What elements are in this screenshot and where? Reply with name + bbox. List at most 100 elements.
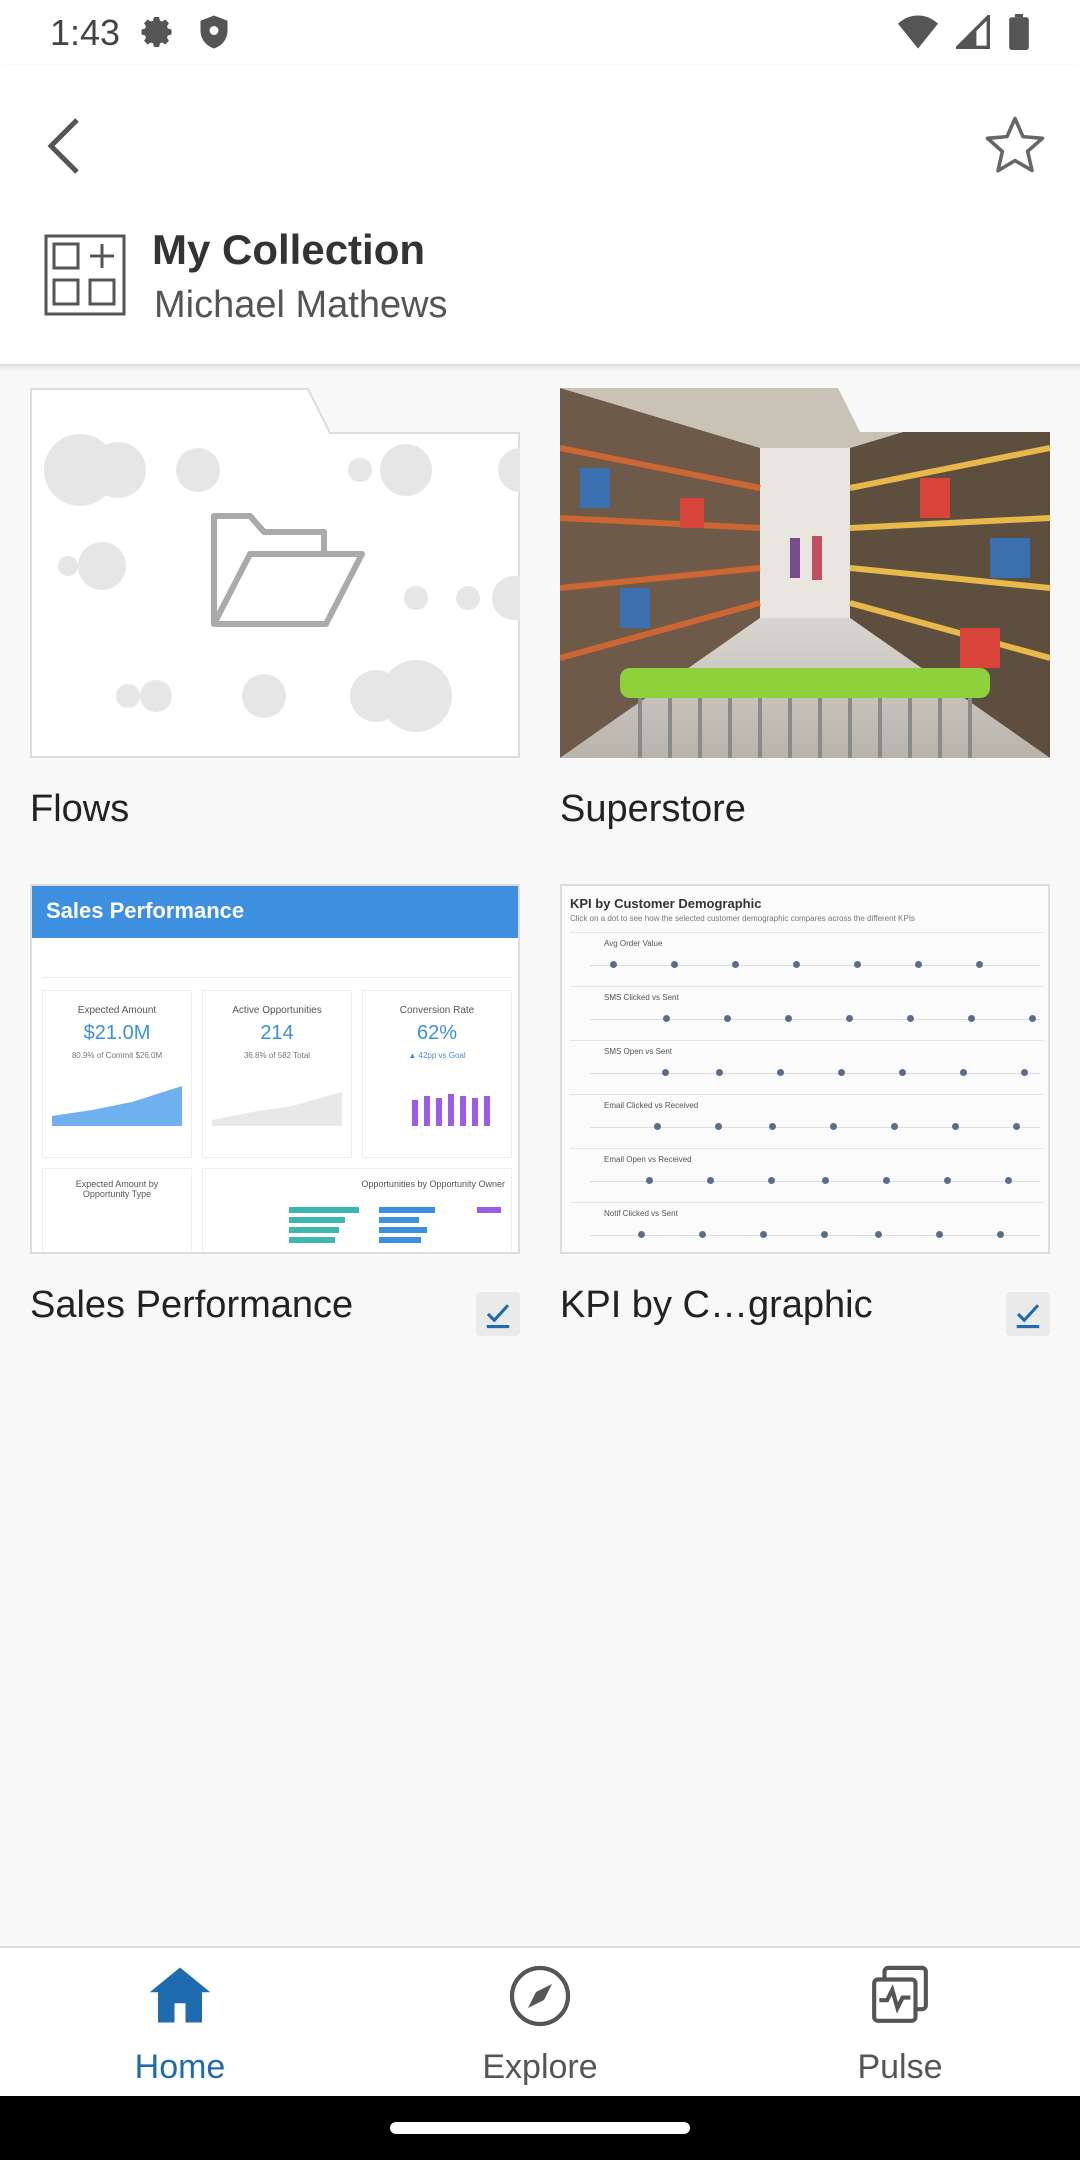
kpi-dot[interactable] — [638, 1231, 645, 1238]
kpi-row: SMS Clicked vs Sent — [570, 986, 1044, 1036]
item-label[interactable]: Superstore — [560, 788, 746, 831]
superstore-thumbnail[interactable] — [560, 388, 1050, 758]
kpi-row-label: SMS Clicked vs Sent — [604, 993, 679, 1002]
kpi-dot[interactable] — [777, 1069, 784, 1076]
kpi-dot[interactable] — [662, 1069, 669, 1076]
kpi-dot[interactable] — [646, 1177, 653, 1184]
pulse-icon — [872, 1965, 928, 2023]
kpi-row: Notif Clicked vs Sent — [570, 1202, 1044, 1252]
kpi-dot[interactable] — [671, 961, 678, 968]
kpi-row: SMS Open vs Sent — [570, 1040, 1044, 1090]
kpi-dot[interactable] — [699, 1231, 706, 1238]
kpi-sub: 80.9% of Commit $26.0M — [71, 1051, 163, 1060]
kpi-dot[interactable] — [724, 1015, 731, 1022]
kpi-row-label: Notif Clicked vs Sent — [604, 1209, 678, 1218]
back-button[interactable] — [30, 106, 100, 186]
kpi-dot[interactable] — [875, 1231, 882, 1238]
kpi-dot[interactable] — [610, 961, 617, 968]
kpi-thumbnail[interactable]: KPI by Customer Demographic Click on a d… — [560, 884, 1050, 1254]
kpi-card: Conversion Rate 62% ▲ 42pp vs Goal — [362, 990, 512, 1158]
kpi-name: Active Opportunities — [232, 1005, 322, 1016]
kpi-dot[interactable] — [1029, 1015, 1036, 1022]
kpi-dot[interactable] — [944, 1177, 951, 1184]
kpi-dot[interactable] — [891, 1123, 898, 1130]
filter-strip — [42, 948, 512, 978]
kpi-dot[interactable] — [1013, 1123, 1020, 1130]
collection-header: My Collection Michael Mathews — [0, 66, 1080, 366]
kpi-dot[interactable] — [715, 1123, 722, 1130]
kpi-row: Avg Order Value — [570, 932, 1044, 982]
item-label[interactable]: Flows — [30, 788, 129, 831]
kpi-dot[interactable] — [968, 1015, 975, 1022]
kpi-dot[interactable] — [883, 1177, 890, 1184]
kpi-dot[interactable] — [952, 1123, 959, 1130]
item-label[interactable]: Sales Performance — [30, 1284, 353, 1327]
kpi-dot[interactable] — [768, 1177, 775, 1184]
chart-card: Expected Amount by Opportunity Type — [42, 1168, 192, 1252]
kpi-row: Email Clicked vs Received — [570, 1094, 1044, 1144]
certified-badge — [1006, 1292, 1050, 1336]
kpi-dot[interactable] — [997, 1231, 1004, 1238]
nav-label: Explore — [482, 2048, 598, 2086]
status-bar: 1:43 — [0, 0, 1080, 66]
page-title: My Collection — [152, 226, 426, 273]
wifi-icon — [898, 15, 938, 54]
back-arrow-icon — [47, 118, 79, 174]
kpi-row-label: Email Open vs Received — [604, 1155, 692, 1164]
chart-card: Opportunities by Opportunity Owner — [202, 1168, 512, 1252]
kpi-dot[interactable] — [822, 1177, 829, 1184]
nav-home[interactable]: Home — [70, 1964, 290, 2094]
kpi-row-label: SMS Open vs Sent — [604, 1047, 673, 1056]
certified-check-icon — [486, 1304, 510, 1329]
item-label[interactable]: KPI by C…graphic — [560, 1284, 873, 1327]
kpi-dot[interactable] — [907, 1015, 914, 1022]
battery-icon — [1008, 14, 1030, 55]
kpi-dot[interactable] — [769, 1123, 776, 1130]
kpi-dot[interactable] — [821, 1231, 828, 1238]
dashboard-title: Sales Performance — [46, 898, 245, 923]
kpi-row-label: Avg Order Value — [604, 939, 663, 948]
chart-title: Expected Amount by Opportunity Type — [75, 1179, 159, 1199]
dashboard-title: KPI by Customer Demographic — [570, 896, 762, 911]
nav-explore[interactable]: Explore — [430, 1964, 650, 2094]
dashboard-subtitle: Click on a dot to see how the selected c… — [570, 914, 915, 923]
kpi-dot[interactable] — [854, 961, 861, 968]
settings-gear-icon — [140, 14, 176, 55]
kpi-dot[interactable] — [960, 1069, 967, 1076]
kpi-dot[interactable] — [846, 1015, 853, 1022]
star-icon — [985, 116, 1045, 173]
kpi-dot[interactable] — [838, 1069, 845, 1076]
sales-performance-thumbnail[interactable]: Sales Performance Expected Amount $21.0M… — [30, 884, 520, 1254]
kpi-dot[interactable] — [1021, 1069, 1028, 1076]
certified-badge — [476, 1292, 520, 1336]
kpi-dot[interactable] — [976, 961, 983, 968]
nav-label: Pulse — [857, 2048, 943, 2086]
nav-label: Home — [134, 2048, 226, 2086]
kpi-dot[interactable] — [760, 1231, 767, 1238]
kpi-dot[interactable] — [899, 1069, 906, 1076]
kpi-value: $21.0M — [83, 1022, 151, 1044]
kpi-dot[interactable] — [915, 961, 922, 968]
kpi-row: Email Open vs Received — [570, 1148, 1044, 1198]
kpi-dot[interactable] — [663, 1015, 670, 1022]
favorite-button[interactable] — [970, 106, 1060, 186]
kpi-dot[interactable] — [793, 961, 800, 968]
kpi-sub: 36.8% of 582 Total — [243, 1051, 311, 1060]
chart-title: Opportunities by Opportunity Owner — [361, 1179, 505, 1189]
kpi-dot[interactable] — [716, 1069, 723, 1076]
kpi-dot[interactable] — [1005, 1177, 1012, 1184]
home-gesture-handle[interactable] — [390, 2122, 690, 2134]
kpi-sub: ▲ 42pp vs Goal — [408, 1051, 466, 1060]
certified-check-icon — [1016, 1304, 1040, 1329]
nav-pulse[interactable]: Pulse — [790, 1964, 1010, 2094]
kpi-dot[interactable] — [830, 1123, 837, 1130]
kpi-dot[interactable] — [936, 1231, 943, 1238]
kpi-dot[interactable] — [654, 1123, 661, 1130]
cell-signal-icon — [953, 12, 990, 54]
shield-icon — [198, 14, 230, 55]
flows-thumbnail[interactable] — [30, 388, 520, 758]
kpi-dot[interactable] — [732, 961, 739, 968]
kpi-dot[interactable] — [707, 1177, 714, 1184]
kpi-card: Expected Amount $21.0M 80.9% of Commit $… — [42, 990, 192, 1158]
kpi-dot[interactable] — [785, 1015, 792, 1022]
